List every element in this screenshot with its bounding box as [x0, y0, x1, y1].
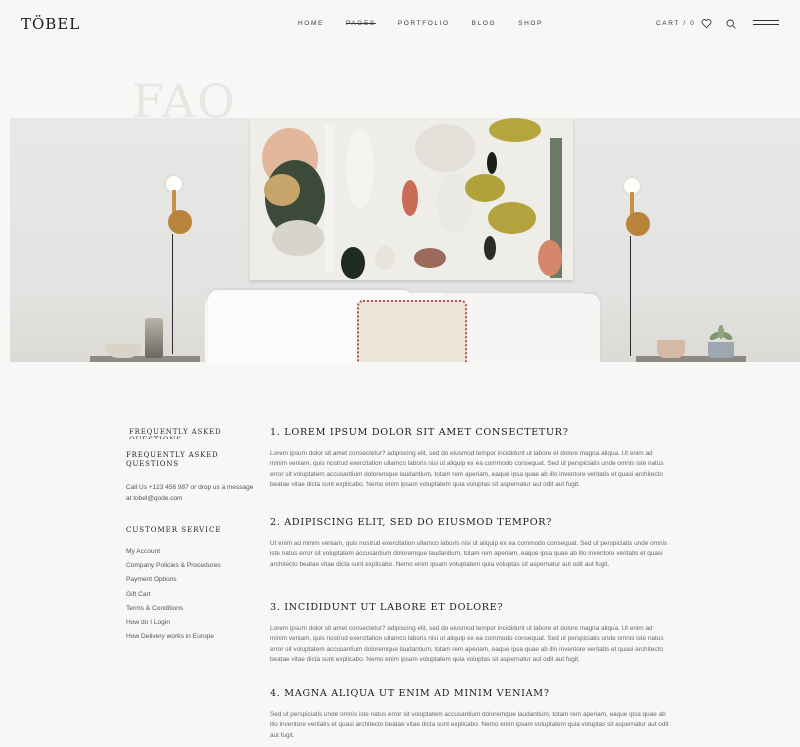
sidebar: FREQUENTLY ASKED QUESTIONS FREQUENTLY AS…	[126, 425, 256, 640]
faq-question: 3. INCIDIDUNT UT LABORE ET DOLORE?	[270, 602, 504, 613]
cushion	[357, 300, 467, 362]
faq-question: 4. MAGNA ALIQUA UT ENIM AD MINIM VENIAM?	[270, 688, 550, 699]
nav-shop[interactable]: SHOP	[518, 20, 543, 27]
faq-answer: Sed ut perspiciatis unde omnis iste natu…	[270, 711, 669, 739]
faq-item: 1. LOREM IPSUM DOLOR SIT AMET CONSECTETU…	[270, 427, 670, 491]
abstract-painting	[250, 118, 573, 280]
faq-question: 2. ADIPISCING ELIT, SED DO EIUSMOD TEMPO…	[270, 517, 553, 528]
nav-portfolio[interactable]: PORTFOLIO	[398, 20, 450, 27]
sidebar-title: FREQUENTLY ASKED QUESTIONS	[126, 451, 219, 468]
link-how-login[interactable]: How do I Login	[126, 616, 221, 630]
heart-icon[interactable]	[701, 18, 712, 29]
site-header: TÖBEL HOME PAGES PORTFOLIO BLOG SHOP CAR…	[0, 0, 800, 52]
wall-lamp-right	[624, 178, 650, 356]
link-delivery-europe[interactable]: How Delivery works in Europe	[126, 630, 221, 644]
mug	[657, 340, 685, 358]
phone-link[interactable]: +123 456 987	[149, 484, 189, 491]
nav-home[interactable]: HOME	[298, 20, 324, 27]
faq-question: 1. LOREM IPSUM DOLOR SIT AMET CONSECTETU…	[270, 427, 569, 438]
customer-service-heading: CUSTOMER SERVICE	[126, 526, 222, 534]
link-my-account[interactable]: My Account	[126, 545, 221, 559]
link-company-policies[interactable]: Company Policies & Procedures	[126, 559, 221, 573]
faq-item: 2. ADIPISCING ELIT, SED DO EIUSMOD TEMPO…	[270, 517, 670, 570]
customer-service-links: My Account Company Policies & Procedures…	[126, 545, 221, 644]
faq-item: 3. INCIDIDUNT UT LABORE ET DOLORE? Lorem…	[270, 602, 670, 666]
hero-image	[0, 118, 800, 362]
email-link[interactable]: tobel@qode.com	[133, 495, 182, 502]
link-terms-conditions[interactable]: Terms & Conditions	[126, 602, 221, 616]
faq-answer: Ut enim ad minim veniam, quis nostrud ex…	[270, 540, 668, 568]
page-title: FAQ	[132, 78, 237, 118]
sidebar-faded-title: FREQUENTLY ASKED QUESTIONS	[129, 428, 222, 439]
logo[interactable]: TÖBEL	[21, 15, 80, 33]
link-gift-cart[interactable]: Gift Cart	[126, 588, 221, 602]
main-nav: HOME PAGES PORTFOLIO BLOG SHOP	[298, 20, 565, 27]
cart-link[interactable]: CART / 0	[656, 20, 695, 27]
contact-info: Call Us +123 456 987 or drop us a messag…	[126, 484, 254, 502]
faq-answer: Lorem ipsum dolor sit amet consectetur? …	[270, 625, 664, 664]
search-icon[interactable]	[726, 19, 736, 29]
plant-pot	[708, 342, 734, 358]
faq-answer: Lorem ipsum dolor sit amet consectetur? …	[270, 450, 664, 489]
link-payment-options[interactable]: Payment Options	[126, 573, 221, 587]
nav-blog[interactable]: BLOG	[472, 20, 496, 27]
vase	[145, 318, 163, 358]
plant	[709, 325, 733, 340]
faq-item: 4. MAGNA ALIQUA UT ENIM AD MINIM VENIAM?…	[270, 688, 670, 741]
menu-icon[interactable]	[753, 20, 779, 26]
nav-pages[interactable]: PAGES	[346, 20, 376, 27]
wall-lamp-left	[166, 176, 192, 354]
